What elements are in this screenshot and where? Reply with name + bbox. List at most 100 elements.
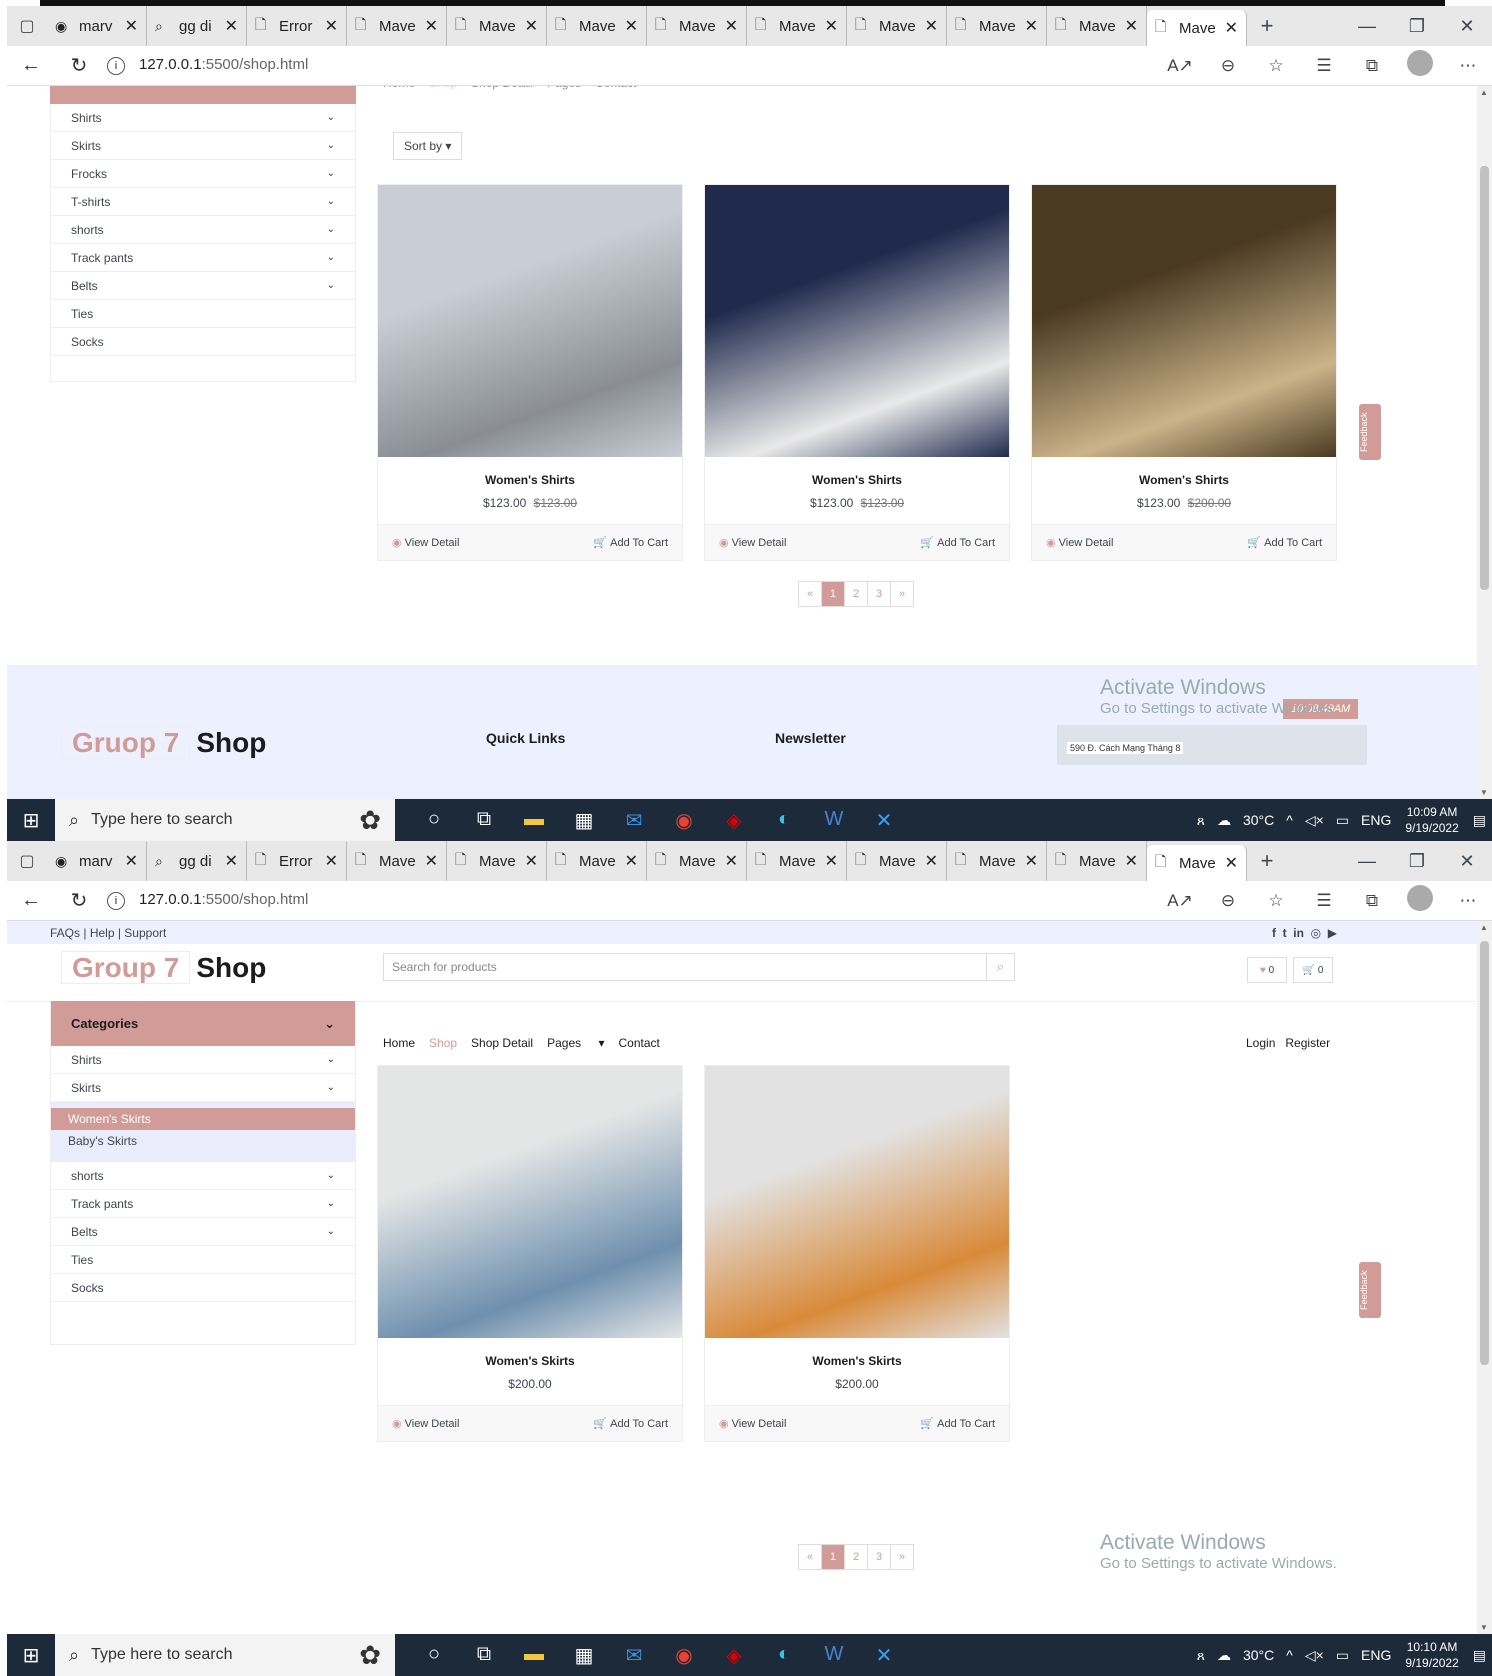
word-icon[interactable]: W	[809, 808, 859, 833]
page-link[interactable]: »	[890, 1544, 914, 1570]
tab-6[interactable]: 🗋 Mave ✕	[647, 6, 747, 46]
map-widget[interactable]: 590 Đ. Cách Mạng Tháng 8	[1057, 725, 1367, 765]
zoom-icon[interactable]: ⊖	[1204, 56, 1252, 76]
tab-9[interactable]: 🗋 Mave ✕	[947, 6, 1047, 46]
url-field[interactable]: i 127.0.0.1:5500/shop.html	[107, 891, 308, 910]
close-icon[interactable]: ✕	[325, 16, 338, 36]
weather-icon[interactable]: ☁	[1217, 812, 1231, 829]
back-icon[interactable]: ←	[7, 54, 55, 77]
tab-9[interactable]: 🗋 Mave ✕	[947, 841, 1047, 881]
close-icon[interactable]: ✕	[625, 851, 638, 871]
task-view-icon[interactable]: ⧉	[459, 1643, 509, 1668]
tab-2[interactable]: 🗋 Error ✕	[247, 6, 347, 46]
product-image[interactable]	[705, 185, 1009, 457]
people-icon[interactable]: ጸ	[1197, 1647, 1205, 1664]
sidebar-item[interactable]: Shirts ⌄	[51, 104, 355, 132]
vscode-icon[interactable]: ✕	[859, 1643, 909, 1668]
sort-by-dropdown[interactable]: Sort by ▾	[393, 132, 463, 160]
close-icon[interactable]: ✕	[325, 851, 338, 871]
add-to-cart-button[interactable]: 🛒 Add To Cart	[1247, 536, 1322, 549]
site-logo[interactable]: Group 7 Shop	[61, 951, 266, 984]
vscode-icon[interactable]: ✕	[859, 808, 909, 833]
weather-icon[interactable]: ☁	[1217, 1647, 1231, 1664]
game-icon[interactable]: ◈	[709, 1643, 759, 1668]
page-link[interactable]: »	[890, 581, 914, 607]
tray-chevron-icon[interactable]: ^	[1286, 1647, 1293, 1663]
product-name[interactable]: Women's Shirts	[705, 473, 1009, 487]
edge-icon[interactable]: ◐	[759, 1643, 809, 1668]
close-icon[interactable]: ✕	[1225, 853, 1238, 873]
product-card[interactable]: Women's Shirts $123.00 $200.00 ◉ View Detai…	[1031, 184, 1337, 561]
sidebar-item[interactable]: Socks	[51, 1274, 355, 1302]
info-icon[interactable]: i	[107, 57, 125, 75]
notification-icon[interactable]: ▤	[1473, 812, 1486, 829]
product-image[interactable]	[378, 1066, 682, 1338]
task-view-icon[interactable]: ⧉	[459, 808, 509, 833]
refresh-icon[interactable]: ↻	[55, 53, 103, 78]
view-detail-button[interactable]: ◉ View Detail	[392, 536, 459, 549]
new-tab-button[interactable]: +	[1247, 848, 1287, 874]
volume-icon[interactable]: ◁×	[1305, 1647, 1324, 1664]
close-icon[interactable]: ✕	[125, 16, 138, 36]
sidebar-item[interactable]: Ties	[51, 300, 355, 328]
close-icon[interactable]: ✕	[725, 16, 738, 36]
favorites-icon[interactable]: ☰	[1300, 891, 1348, 911]
product-name[interactable]: Women's Shirts	[378, 473, 682, 487]
people-icon[interactable]: ጸ	[1197, 812, 1205, 829]
mail-icon[interactable]: ✉	[609, 808, 659, 833]
taskbar-search[interactable]: ⌕ Type here to search ✿	[55, 799, 395, 841]
tab-1[interactable]: ⌕ gg di ✕	[147, 6, 247, 46]
cortana-icon[interactable]: ○	[409, 1643, 459, 1668]
sidebar-item[interactable]: Shirts ⌄	[51, 1046, 355, 1074]
sidebar-item[interactable]: T-shirts ⌄	[51, 188, 355, 216]
feedback-tab[interactable]: Feedback	[1359, 404, 1381, 460]
store-icon[interactable]: ▦	[559, 1643, 609, 1668]
view-detail-button[interactable]: ◉ View Detail	[719, 536, 786, 549]
add-to-cart-button[interactable]: 🛒 Add To Cart	[920, 536, 995, 549]
close-icon[interactable]: ✕	[1025, 16, 1038, 36]
sidebar-item[interactable]: Frocks ⌄	[51, 160, 355, 188]
product-image[interactable]	[705, 1066, 1009, 1338]
cart-button[interactable]: 🛒 0	[1293, 957, 1333, 983]
close-icon[interactable]: ✕	[425, 851, 438, 871]
close-icon[interactable]: ✕	[1125, 851, 1138, 871]
page-link[interactable]: 3	[867, 581, 891, 607]
feedback-tab[interactable]: Feedback	[1359, 1262, 1381, 1318]
product-name[interactable]: Women's Shirts	[1032, 473, 1336, 487]
wishlist-button[interactable]: ♥ 0	[1247, 957, 1287, 983]
store-icon[interactable]: ▦	[559, 808, 609, 833]
close-icon[interactable]: ✕	[225, 851, 238, 871]
game-icon[interactable]: ◈	[709, 808, 759, 833]
product-image[interactable]	[378, 185, 682, 457]
tab-4[interactable]: 🗋 Mave ✕	[447, 841, 547, 881]
more-icon[interactable]: ⋯	[1444, 891, 1492, 911]
word-icon[interactable]: W	[809, 1643, 859, 1668]
close-icon[interactable]: ✕	[925, 16, 938, 36]
page-link[interactable]: 1	[821, 581, 845, 607]
page-link[interactable]: «	[798, 1544, 822, 1570]
categories-header[interactable]: Categories ⌄	[51, 1001, 355, 1046]
collections-icon[interactable]: ⧉	[1348, 891, 1396, 911]
close-icon[interactable]: ✕	[225, 16, 238, 36]
categories-header-partial[interactable]	[50, 86, 356, 104]
close-icon[interactable]: ✕	[425, 16, 438, 36]
sidebar-item[interactable]: Ties	[51, 1246, 355, 1274]
view-detail-button[interactable]: ◉ View Detail	[392, 1417, 459, 1430]
page-link[interactable]: 3	[867, 1544, 891, 1570]
info-icon[interactable]: i	[107, 892, 125, 910]
refresh-icon[interactable]: ↻	[55, 888, 103, 913]
favorite-add-icon[interactable]: ☆	[1252, 56, 1300, 76]
close-icon[interactable]: ✕	[1025, 851, 1038, 871]
tab-7[interactable]: 🗋 Mave ✕	[747, 6, 847, 46]
sidebar-item[interactable]: Belts ⌄	[51, 1218, 355, 1246]
tab-actions-icon[interactable]: ▢	[7, 841, 47, 881]
add-to-cart-button[interactable]: 🛒 Add To Cart	[593, 536, 668, 549]
close-icon[interactable]: ✕	[525, 16, 538, 36]
close-icon[interactable]: ✕	[1125, 16, 1138, 36]
sidebar-item[interactable]: Belts ⌄	[51, 272, 355, 300]
back-icon[interactable]: ←	[7, 889, 55, 912]
page-scrollbar[interactable]: ▲ ▼	[1477, 921, 1492, 1634]
sidebar-item[interactable]: Skirts ⌄	[51, 1074, 355, 1102]
tab-0[interactable]: ◉ marv ✕	[47, 6, 147, 46]
tab-7[interactable]: 🗋 Mave ✕	[747, 841, 847, 881]
